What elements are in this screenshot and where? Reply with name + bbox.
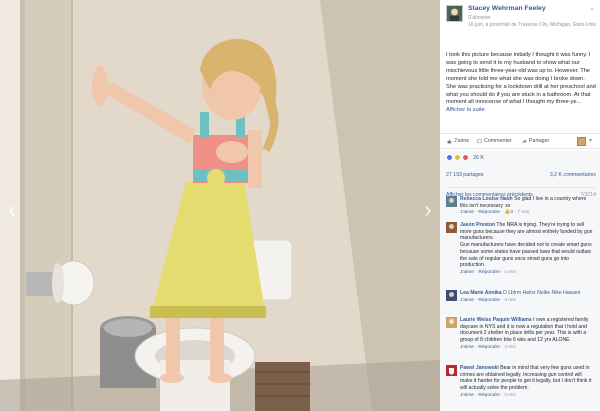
chevron-left-icon[interactable]: ‹	[4, 196, 20, 224]
comment-time: 4 min	[504, 297, 517, 303]
comment-reply-link[interactable]: Répondre	[478, 298, 499, 303]
comment-text-continued: Gun manufacturers have decided not to cr…	[460, 242, 592, 269]
comment-time: 4 min	[504, 269, 517, 275]
author-avatar[interactable]	[446, 5, 463, 22]
post-meta: 16 juin, à proximité de Traverse City, M…	[468, 22, 597, 35]
comment-like-link[interactable]: J'aime	[460, 210, 474, 215]
comment-reply-link[interactable]: Répondre	[478, 270, 499, 275]
comment-body: Lea Marie Annika D Lblrrn Heinz Nolke Ni…	[460, 290, 594, 304]
post-text: I took this picture because initially I …	[446, 52, 596, 115]
chevron-down-icon[interactable]: ▾	[589, 137, 592, 144]
commenter-name[interactable]: Lea Marie Annika	[460, 290, 502, 296]
follow-link[interactable]: S'abonner	[468, 15, 491, 21]
photo-viewer: ‹ › Stacey Wehrman Feeley S'abonner 16 j…	[0, 0, 600, 411]
page-selector-avatar[interactable]	[577, 137, 586, 146]
comment-like-link[interactable]: J'aime	[460, 298, 474, 303]
comment-reply-link[interactable]: Répondre	[478, 345, 499, 350]
comment-likes-value: 3	[510, 210, 514, 216]
comment-reply-link[interactable]: Répondre	[478, 393, 499, 398]
commenter-name[interactable]: Pawel Janowski	[460, 365, 499, 371]
commenter-avatar[interactable]	[446, 317, 457, 328]
commenter-avatar[interactable]	[446, 196, 457, 207]
comment-icon	[477, 138, 482, 144]
comment-actions: J'aime · Répondre · 3 min	[460, 392, 517, 398]
like-button-label: J'aime	[454, 138, 470, 144]
comment-time: 3 min	[504, 392, 517, 398]
post-action-bar: J'aime Commenter Partager ▾	[440, 133, 600, 149]
reaction-count: 26 K	[473, 154, 484, 161]
commenter-avatar[interactable]	[446, 365, 457, 376]
comment-actions: J'aime · Répondre · 👍3 · 7 min	[460, 210, 530, 216]
see-more-link[interactable]: Afficher la suite	[446, 107, 485, 113]
comment-actions: J'aime · Répondre · 4 min	[460, 344, 517, 350]
post-header: Stacey Wehrman Feeley S'abonner 16 juin,…	[440, 0, 600, 50]
comment-like-link[interactable]: J'aime	[460, 393, 474, 398]
comment-button-label: Commenter	[484, 138, 512, 144]
comment-actions: J'aime · Répondre · 4 min	[460, 297, 517, 303]
reactions-summary[interactable]: 26 K	[446, 154, 484, 161]
comment-body: Pawel Janowski Bear in mind that very fe…	[460, 365, 594, 400]
commenter-name[interactable]: Rebecca Louise Nash	[460, 196, 513, 202]
share-icon	[522, 139, 527, 143]
feedback-section: 26 K 27 193 partages 3,2 K commentaires …	[440, 151, 600, 411]
commenter-avatar[interactable]	[446, 222, 457, 233]
comment-time: 4 min	[504, 344, 517, 350]
post-options-icon[interactable]: ⌄	[589, 4, 595, 12]
love-reaction-icon	[462, 154, 469, 161]
comment-time: 7 min	[517, 210, 530, 216]
post-photo[interactable]: ‹ ›	[0, 0, 440, 411]
commenter-avatar[interactable]	[446, 290, 457, 301]
shares-row: 27 193 partages 3,2 K commentaires	[446, 172, 596, 178]
comment-actions: J'aime · Répondre · 4 min	[460, 269, 517, 275]
haha-reaction-icon	[454, 154, 461, 161]
comment-like-link[interactable]: J'aime	[460, 345, 474, 350]
like-button[interactable]: J'aime	[447, 138, 469, 144]
comments-count-link[interactable]: 3,2 K commentaires	[550, 172, 596, 178]
comment-body: Jason Preston The NRA is trying. They're…	[460, 222, 594, 277]
comment-like-link[interactable]: J'aime	[460, 270, 474, 275]
thumbs-up-icon	[447, 139, 452, 143]
comment-suffix: xx	[502, 202, 511, 209]
comment-like-count[interactable]: 👍3	[504, 210, 513, 215]
commenter-name[interactable]: Laurie Weiss Paquin Williams	[460, 317, 532, 323]
comment-text[interactable]: D Lblrrn Heinz Nolke Nike Hassen	[502, 290, 580, 296]
shares-link[interactable]: 27 193 partages	[446, 172, 484, 178]
like-reaction-icon	[446, 154, 453, 161]
author-name[interactable]: Stacey Wehrman Feeley	[468, 5, 546, 12]
commenter-name[interactable]: Jason Preston	[460, 222, 495, 228]
chevron-right-icon[interactable]: ›	[420, 196, 436, 224]
comment-button[interactable]: Commenter	[477, 138, 512, 144]
comment-reply-link[interactable]: Répondre	[478, 210, 499, 215]
comment-body: Laurie Weiss Paquin Williams I own a reg…	[460, 317, 594, 352]
photo-illustration	[0, 0, 440, 411]
share-button[interactable]: Partager	[522, 138, 549, 144]
share-button-label: Partager	[529, 138, 550, 144]
post-body-text: I took this picture because initially I …	[446, 52, 596, 106]
comment-body: Rebecca Louise Nash So glad I live in a …	[460, 196, 594, 217]
post-sidebar: Stacey Wehrman Feeley S'abonner 16 juin,…	[440, 0, 600, 411]
author-avatar-image	[447, 6, 462, 21]
